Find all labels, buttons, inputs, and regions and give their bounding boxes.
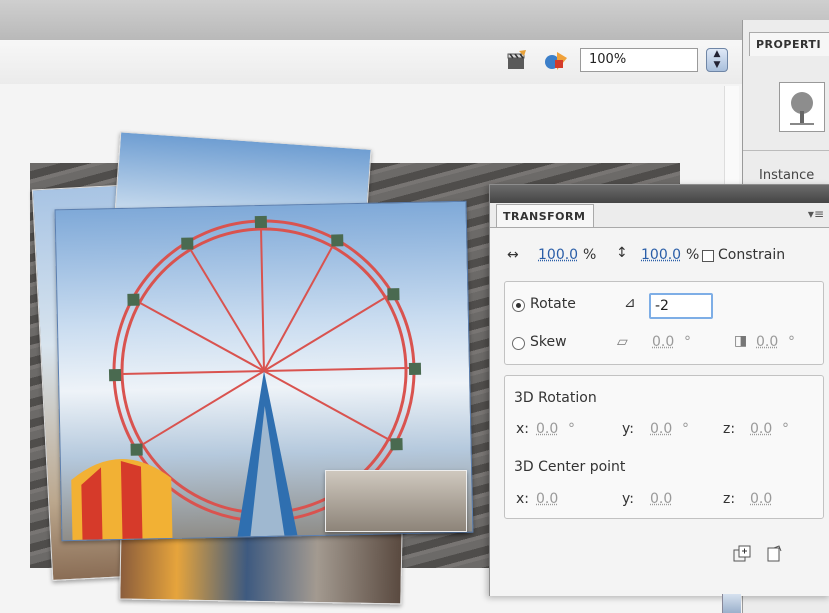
- transform-panel: TRANSFORM ▾≡ ↔ 100.0 % ↕ 100.0 % Constra…: [489, 184, 829, 596]
- width-percent: %: [583, 247, 597, 263]
- 3d-rotation-z-value[interactable]: 0.0: [750, 421, 772, 437]
- skew-horizontal-icon: ▱: [617, 334, 628, 350]
- skew-label: Skew: [530, 334, 567, 350]
- rotate-input[interactable]: -2: [649, 293, 713, 319]
- application-title-bar: [0, 0, 829, 41]
- 3d-center-x-label: x:: [516, 491, 530, 507]
- 3d-rotation-z-degree: °: [782, 421, 789, 437]
- panel-menu-icon[interactable]: ▾≡: [808, 207, 824, 221]
- height-scale-value[interactable]: 100.0: [641, 247, 681, 263]
- tab-transform[interactable]: TRANSFORM: [496, 204, 594, 228]
- 3d-rotation-y-value[interactable]: 0.0: [650, 421, 672, 437]
- constrain-label: Constrain: [718, 247, 786, 263]
- rotate-angle-icon: ⊿: [624, 295, 636, 311]
- chevron-down-icon: ▼: [713, 60, 721, 70]
- 3d-center-y-value[interactable]: 0.0: [650, 491, 672, 507]
- skew-vertical-degree: °: [788, 334, 795, 350]
- 3d-center-y-label: y:: [622, 491, 634, 507]
- 3d-center-z-label: z:: [723, 491, 736, 507]
- edit-scene-icon[interactable]: [543, 48, 567, 72]
- constrain-checkbox[interactable]: [702, 250, 714, 262]
- 3d-center-z-value[interactable]: 0.0: [750, 491, 772, 507]
- width-scale-value[interactable]: 100.0: [538, 247, 578, 263]
- height-percent: %: [686, 247, 700, 263]
- zoom-dropdown-button[interactable]: ▲ ▼: [706, 48, 728, 72]
- tab-properties[interactable]: PROPERTI: [749, 32, 829, 56]
- rotate-radio[interactable]: [512, 299, 525, 312]
- skew-radio[interactable]: [512, 337, 525, 350]
- chevron-up-icon: ▲: [713, 49, 721, 59]
- panel-title-bar[interactable]: [490, 185, 829, 203]
- 3d-center-title: 3D Center point: [514, 459, 626, 475]
- 3d-rotation-y-label: y:: [622, 421, 634, 437]
- height-scale-icon: ↕: [616, 245, 628, 261]
- stage-scrollbar-thumb[interactable]: [722, 594, 741, 613]
- skew-vertical-value[interactable]: 0.0: [756, 334, 778, 350]
- zoom-field[interactable]: 100%: [580, 48, 698, 72]
- 3d-rotation-y-degree: °: [682, 421, 689, 437]
- 3d-rotation-x-label: x:: [516, 421, 530, 437]
- 3d-rotation-z-label: z:: [723, 421, 736, 437]
- remove-transform-icon[interactable]: [765, 545, 785, 563]
- edit-symbols-icon[interactable]: [505, 48, 529, 72]
- divider: [743, 150, 829, 151]
- skew-horizontal-value[interactable]: 0.0: [652, 334, 674, 350]
- duplicate-and-transform-icon[interactable]: [733, 545, 753, 563]
- rotate-label: Rotate: [530, 296, 576, 312]
- instance-label: Instance: [759, 168, 815, 183]
- 3d-center-x-value[interactable]: 0.0: [536, 491, 558, 507]
- symbol-thumbnail: [779, 82, 825, 132]
- width-scale-icon: ↔: [507, 247, 519, 263]
- skew-vertical-icon: ◨: [734, 333, 748, 349]
- 3d-rotation-x-degree: °: [568, 421, 575, 437]
- skew-horizontal-degree: °: [684, 334, 691, 350]
- 3d-rotation-title: 3D Rotation: [514, 390, 597, 406]
- 3d-rotation-x-value[interactable]: 0.0: [536, 421, 558, 437]
